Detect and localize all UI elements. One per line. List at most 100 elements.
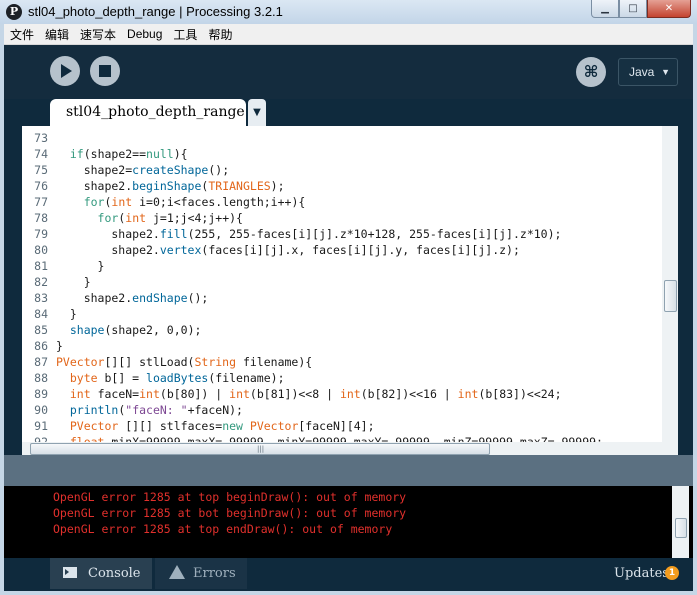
- scrollbar-thumb[interactable]: [675, 518, 687, 538]
- run-button[interactable]: [50, 56, 80, 86]
- code-text: PVector[][] stlLoad(String filename){: [56, 355, 313, 369]
- code-editor[interactable]: 73 74 if(shape2==null){75 shape2=createSh…: [22, 126, 662, 442]
- menu-sketch[interactable]: 速写本: [74, 26, 121, 43]
- tab-console[interactable]: Console: [50, 558, 152, 589]
- console-error-line: OpenGL error 1285 at top beginDraw(): ou…: [53, 490, 407, 504]
- code-text: shape2=createShape();: [56, 163, 230, 177]
- debugger-button[interactable]: ⌘: [576, 57, 606, 87]
- code-text: if(shape2==null){: [69, 147, 188, 161]
- code-text: float minX=99999,maxX=-99999, minY=99999…: [69, 435, 603, 442]
- line-number: 82: [34, 275, 48, 289]
- code-line: 74 if(shape2==null){: [22, 146, 662, 162]
- console-divider[interactable]: [4, 455, 693, 486]
- line-number: 89: [34, 387, 48, 401]
- menu-debug[interactable]: Debug: [121, 27, 167, 41]
- code-text: for(int j=1;j<4;j++){: [97, 211, 243, 225]
- line-number: 92: [34, 435, 48, 442]
- code-text: }: [56, 259, 105, 273]
- code-text: }: [56, 275, 91, 289]
- tab-errors[interactable]: Errors: [155, 558, 247, 589]
- tab-stl04-photo-depth-range[interactable]: stl04_photo_depth_range: [50, 99, 246, 126]
- line-number: 86: [34, 339, 48, 353]
- mode-label: Java: [629, 65, 655, 79]
- code-line: 88 byte b[] = loadBytes(filename);: [22, 370, 662, 386]
- code-line: 92 float minX=99999,maxX=-99999, minY=99…: [22, 434, 662, 442]
- console-tab-label: Console: [88, 566, 141, 581]
- editor-vertical-scrollbar[interactable]: [662, 126, 678, 442]
- ide-frame: ⌘ Java ▼ stl04_photo_depth_range ▼ 73 74 …: [4, 45, 693, 591]
- code-line: 86}: [22, 338, 662, 354]
- code-line: 77 for(int i=0;i<faces.length;i++){: [22, 194, 662, 210]
- terminal-icon: [63, 567, 77, 578]
- tab-menu-button[interactable]: ▼: [248, 99, 266, 126]
- menu-edit[interactable]: 编辑: [39, 26, 74, 43]
- console-error-line: OpenGL error 1285 at bot beginDraw(): ou…: [53, 506, 407, 520]
- line-number: 75: [34, 163, 48, 177]
- mode-selector[interactable]: Java ▼: [618, 58, 678, 86]
- code-line: 82 }: [22, 274, 662, 290]
- code-text: for(int i=0;i<faces.length;i++){: [83, 195, 306, 209]
- line-number: 85: [34, 323, 48, 337]
- line-number: 87: [34, 355, 48, 369]
- line-number: 84: [34, 307, 48, 321]
- stop-icon: [99, 65, 111, 77]
- console-scrollbar[interactable]: [672, 486, 689, 558]
- minimize-button[interactable]: ▁: [591, 0, 619, 18]
- code-text: shape2.fill(255, 255-faces[i][j].z*10+12…: [56, 227, 562, 241]
- console-error-line: OpenGL error 1285 at top endDraw(): out …: [53, 522, 393, 536]
- code-line: 81 }: [22, 258, 662, 274]
- tab-label: stl04_photo_depth_range: [66, 104, 245, 120]
- chevron-down-icon: ▼: [253, 107, 261, 118]
- chevron-down-icon: ▼: [661, 67, 670, 77]
- stop-button[interactable]: [90, 56, 120, 86]
- close-button[interactable]: ✕: [647, 0, 691, 18]
- updates-link[interactable]: Updates: [614, 558, 669, 589]
- grip-icon: |||: [257, 445, 265, 453]
- code-line: 76 shape2.beginShape(TRIANGLES);: [22, 178, 662, 194]
- play-icon: [61, 64, 72, 78]
- line-number: 76: [34, 179, 48, 193]
- sketch-tabs: stl04_photo_depth_range ▼: [4, 99, 693, 126]
- scrollbar-thumb[interactable]: [664, 280, 677, 312]
- console-output: OpenGL error 1285 at top beginDraw(): ou…: [4, 486, 693, 558]
- processing-window: P stl04_photo_depth_range | Processing 3…: [0, 0, 697, 595]
- code-text: }: [56, 307, 77, 321]
- line-number: 91: [34, 419, 48, 433]
- code-lines: 73 74 if(shape2==null){75 shape2=createSh…: [22, 130, 662, 442]
- line-number: 77: [34, 195, 48, 209]
- menu-help[interactable]: 帮助: [202, 26, 237, 43]
- menu-tools[interactable]: 工具: [167, 26, 202, 43]
- line-number: 81: [34, 259, 48, 273]
- code-line: 91 PVector [][] stlfaces=new PVector[fac…: [22, 418, 662, 434]
- maximize-button[interactable]: □: [619, 0, 647, 18]
- code-line: 73: [22, 130, 662, 146]
- scrollbar-thumb[interactable]: |||: [30, 443, 490, 455]
- line-number: 74: [34, 147, 48, 161]
- code-line: 78 for(int j=1;j<4;j++){: [22, 210, 662, 226]
- code-text: shape2.beginShape(TRIANGLES);: [56, 179, 285, 193]
- window-controls: ▁ □ ✕: [591, 0, 691, 18]
- line-number: 88: [34, 371, 48, 385]
- warning-icon: [169, 565, 185, 579]
- code-line: 87 PVector[][] stlLoad(String filename){: [22, 354, 662, 370]
- code-line: 83 shape2.endShape();: [22, 290, 662, 306]
- line-number: 83: [34, 291, 48, 305]
- code-line: 90 println("faceN: "+faceN);: [22, 402, 662, 418]
- line-number: 80: [34, 243, 48, 257]
- line-number: 78: [34, 211, 48, 225]
- code-text: shape2.endShape();: [56, 291, 209, 305]
- updates-count-badge[interactable]: 1: [665, 566, 679, 580]
- butterfly-icon: ⌘: [583, 62, 599, 81]
- editor-horizontal-scrollbar[interactable]: |||: [22, 442, 678, 455]
- title-bar[interactable]: P stl04_photo_depth_range | Processing 3…: [0, 0, 697, 24]
- line-number: 73: [34, 131, 48, 145]
- toolbar: ⌘ Java ▼: [4, 45, 693, 99]
- window-title: stl04_photo_depth_range | Processing 3.2…: [28, 4, 283, 19]
- errors-tab-label: Errors: [193, 566, 236, 581]
- code-text: PVector [][] stlfaces=new PVector[faceN]…: [69, 419, 375, 433]
- line-number: 79: [34, 227, 48, 241]
- code-text: }: [56, 339, 63, 353]
- code-line: 85 shape(shape2, 0,0);: [22, 322, 662, 338]
- menu-file[interactable]: 文件: [4, 26, 39, 43]
- code-text: byte b[] = loadBytes(filename);: [69, 371, 285, 385]
